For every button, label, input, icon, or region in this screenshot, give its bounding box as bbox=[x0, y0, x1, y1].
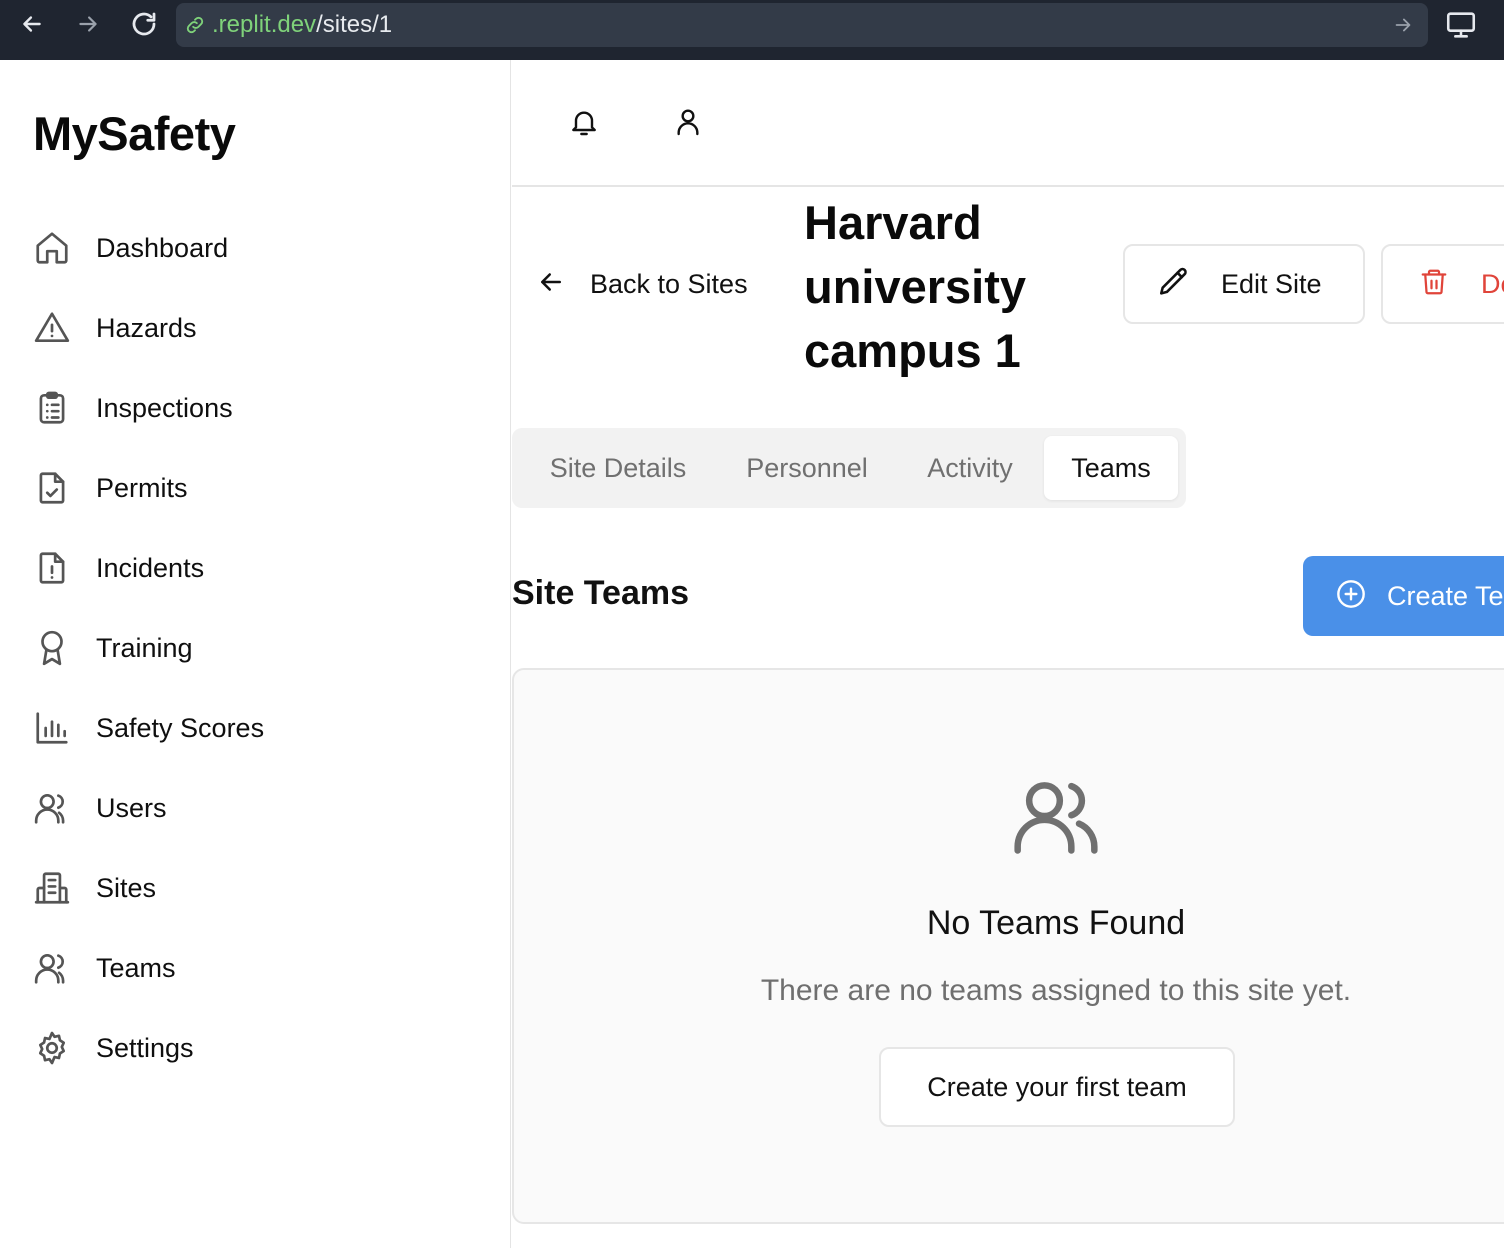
url-text: .replit.dev/sites/1 bbox=[212, 12, 392, 38]
url-host: .replit.dev bbox=[212, 11, 317, 38]
tab-activity[interactable]: Activity bbox=[898, 436, 1042, 500]
sidebar-item-safety-scores[interactable]: Safety Scores bbox=[32, 700, 472, 756]
sidebar-item-hazards[interactable]: Hazards bbox=[32, 300, 472, 356]
create-team-button[interactable]: Create Team bbox=[1303, 556, 1504, 636]
users-icon bbox=[1010, 770, 1102, 867]
warning-triangle-icon bbox=[32, 308, 72, 348]
sidebar-item-training[interactable]: Training bbox=[32, 620, 472, 676]
sidebar-item-incidents[interactable]: Incidents bbox=[32, 540, 472, 596]
sidebar-item-inspections[interactable]: Inspections bbox=[32, 380, 472, 436]
site-tabs: Site Details Personnel Activity Teams bbox=[512, 428, 1186, 508]
gear-icon bbox=[32, 1028, 72, 1068]
browser-toolbar: .replit.dev/sites/1 bbox=[0, 0, 1504, 60]
app-logo[interactable]: MySafety bbox=[33, 106, 236, 161]
trash-icon bbox=[1419, 267, 1449, 302]
sidebar-item-settings[interactable]: Settings bbox=[32, 1020, 472, 1076]
empty-state-card: No Teams Found There are no teams assign… bbox=[512, 668, 1504, 1224]
go-arrow-icon[interactable] bbox=[1392, 14, 1414, 41]
top-header bbox=[512, 60, 1504, 187]
sidebar-item-label: Training bbox=[96, 632, 193, 663]
edit-site-button[interactable]: Edit Site bbox=[1123, 244, 1365, 324]
sidebar-item-label: Settings bbox=[96, 1032, 194, 1063]
sidebar-item-label: Safety Scores bbox=[96, 712, 265, 743]
sidebar-item-label: Inspections bbox=[96, 392, 233, 423]
sidebar-item-users[interactable]: Users bbox=[32, 780, 472, 836]
back-link-label: Back to Sites bbox=[590, 268, 748, 299]
url-path: /sites/1 bbox=[316, 11, 393, 38]
sidebar-item-label: Users bbox=[96, 792, 167, 823]
create-first-team-button[interactable]: Create your first team bbox=[879, 1047, 1235, 1127]
sidebar-item-label: Teams bbox=[96, 952, 176, 983]
delete-site-button[interactable]: Delete bbox=[1381, 244, 1504, 324]
forward-arrow-icon[interactable] bbox=[68, 8, 108, 40]
sidebar-item-dashboard[interactable]: Dashboard bbox=[32, 220, 472, 276]
building-icon bbox=[32, 868, 72, 908]
sidebar-item-label: Incidents bbox=[96, 552, 205, 583]
home-icon bbox=[32, 228, 72, 268]
create-team-label: Create Team bbox=[1387, 580, 1504, 611]
desktop-icon[interactable] bbox=[1444, 8, 1478, 47]
sidebar: MySafety Dashboard Hazards Inspections P… bbox=[0, 60, 511, 1248]
tab-teams[interactable]: Teams bbox=[1044, 436, 1178, 500]
back-to-sites-link[interactable]: Back to Sites bbox=[536, 262, 748, 306]
page-title: Harvard university campus 1 bbox=[804, 196, 1027, 377]
arrow-left-icon bbox=[536, 267, 566, 302]
file-alert-icon bbox=[32, 548, 72, 588]
user-icon[interactable] bbox=[670, 104, 706, 140]
clipboard-list-icon bbox=[32, 388, 72, 428]
empty-state-message: There are no teams assigned to this site… bbox=[760, 974, 1352, 1007]
edit-site-label: Edit Site bbox=[1221, 268, 1322, 299]
plus-circle-icon bbox=[1335, 578, 1367, 615]
sidebar-item-teams[interactable]: Teams bbox=[32, 940, 472, 996]
sidebar-item-permits[interactable]: Permits bbox=[32, 460, 472, 516]
tab-personnel[interactable]: Personnel bbox=[722, 436, 892, 500]
link-icon bbox=[184, 14, 206, 41]
reload-icon[interactable] bbox=[124, 8, 164, 40]
section-title: Site Teams bbox=[512, 574, 690, 612]
sidebar-item-label: Permits bbox=[96, 472, 188, 503]
bell-icon[interactable] bbox=[566, 104, 602, 140]
award-icon bbox=[32, 628, 72, 668]
sidebar-item-label: Hazards bbox=[96, 312, 197, 343]
pencil-icon bbox=[1157, 265, 1191, 304]
back-arrow-icon[interactable] bbox=[12, 8, 52, 40]
address-bar[interactable]: .replit.dev/sites/1 bbox=[176, 3, 1428, 47]
users-icon bbox=[32, 788, 72, 828]
file-check-icon bbox=[32, 468, 72, 508]
sidebar-item-label: Sites bbox=[96, 872, 157, 903]
empty-state-title: No Teams Found bbox=[926, 904, 1186, 942]
sidebar-item-label: Dashboard bbox=[96, 232, 229, 263]
bar-chart-icon bbox=[32, 708, 72, 748]
tab-site-details[interactable]: Site Details bbox=[520, 436, 716, 500]
users-icon bbox=[32, 948, 72, 988]
sidebar-item-sites[interactable]: Sites bbox=[32, 860, 472, 916]
delete-site-label: Delete bbox=[1481, 268, 1504, 299]
